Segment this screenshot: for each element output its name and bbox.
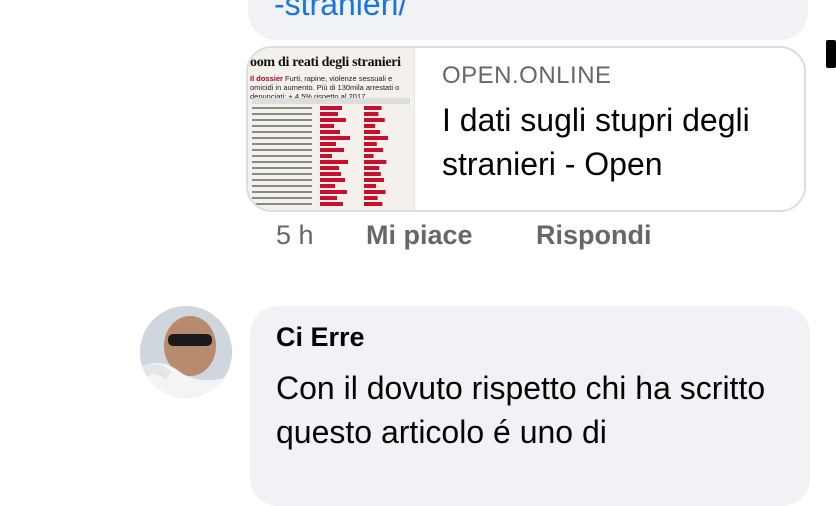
thumbnail-bar [364,172,381,176]
scrollbar-thumb[interactable] [826,40,836,68]
thumbnail-bar [364,160,387,164]
thumbnail-bar [364,148,384,152]
thumbnail-subtitle-label: Il dossier [250,74,283,83]
thumbnail-bar [364,190,386,194]
thumbnail-row-text [252,137,312,139]
reply-button[interactable]: Rispondi [536,220,652,251]
thumbnail-row-text [252,113,312,115]
thumbnail-bar [320,106,342,110]
thumbnail-row-text [252,161,312,163]
thumbnail-bar [364,124,376,128]
thumbnail-bar [364,106,382,110]
thumbnail-bar [320,154,332,158]
thumbnail-row-text [252,203,312,205]
thumbnail-bar [364,166,380,170]
thumbnail-bar [320,172,341,176]
thumbnail-bar [364,184,376,188]
thumbnail-bar [320,148,344,152]
thumbnail-row-text [252,125,312,127]
thumbnail-row-text [252,131,312,133]
thumbnail-row-text [252,185,312,187]
thumbnail-subtitle: Il dossier Furti, rapine, violenze sessu… [250,74,414,101]
thumbnail-bar [320,190,347,194]
thumbnail-bar [320,130,340,134]
thumbnail-row-text [252,179,312,181]
link-preview-title: I dati sugli stupri degli stranieri - Op… [442,102,750,182]
thumbnail-row-text [252,155,312,157]
article-link[interactable]: -stranieri/ [274,0,407,23]
thumbnail-bar [320,178,345,182]
like-button[interactable]: Mi piace [366,220,473,251]
thumbnail-bar [364,142,377,146]
thumbnail-bar [364,154,374,158]
thumbnail-bar [320,160,348,164]
thumbnail-bar [320,202,343,206]
thumbnail-row-text [252,143,312,145]
thumbnail-table-graphic [252,98,410,206]
thumbnail-headline: oom di reati degli stranieri [250,55,401,70]
avatar[interactable] [140,306,232,398]
thumbnail-bar [364,196,378,200]
link-preview-thumbnail: oom di reati degli stranieri Il dossier … [248,48,415,210]
thumbnail-bar [320,136,350,140]
thumbnail-bar [364,118,385,122]
thumbnail-bar [364,130,380,134]
thumbnail-bar [320,142,336,146]
thumbnail-bar [320,184,335,188]
thumbnail-bar [320,118,346,122]
thumbnail-bar [364,136,388,140]
avatar-photo [140,306,232,398]
thumbnail-row-text [252,119,312,121]
thumbnail-bar [320,124,334,128]
thumbnail-row-text [252,107,312,109]
thumbnail-bar [364,202,383,206]
thumbnail-row-text [252,197,312,199]
thumbnail-bar [364,112,379,116]
thumbnail-row-text [252,149,312,151]
link-preview-card[interactable]: oom di reati degli stranieri Il dossier … [246,46,806,212]
thumbnail-bar [320,112,338,116]
thumbnail-bar [320,196,337,200]
comment-author[interactable]: Ci Erre [276,322,365,353]
comment-text: Con il dovuto rispetto chi ha scritto qu… [276,370,766,450]
thumbnail-bar [364,178,384,182]
thumbnail-row-text [252,167,312,169]
link-preview-domain: OPEN.ONLINE [442,62,612,89]
thumbnail-row-text [252,173,312,175]
thumbnail-row-text [252,191,312,193]
thumbnail-bar [320,166,339,170]
comment-timestamp[interactable]: 5 h [276,220,314,251]
